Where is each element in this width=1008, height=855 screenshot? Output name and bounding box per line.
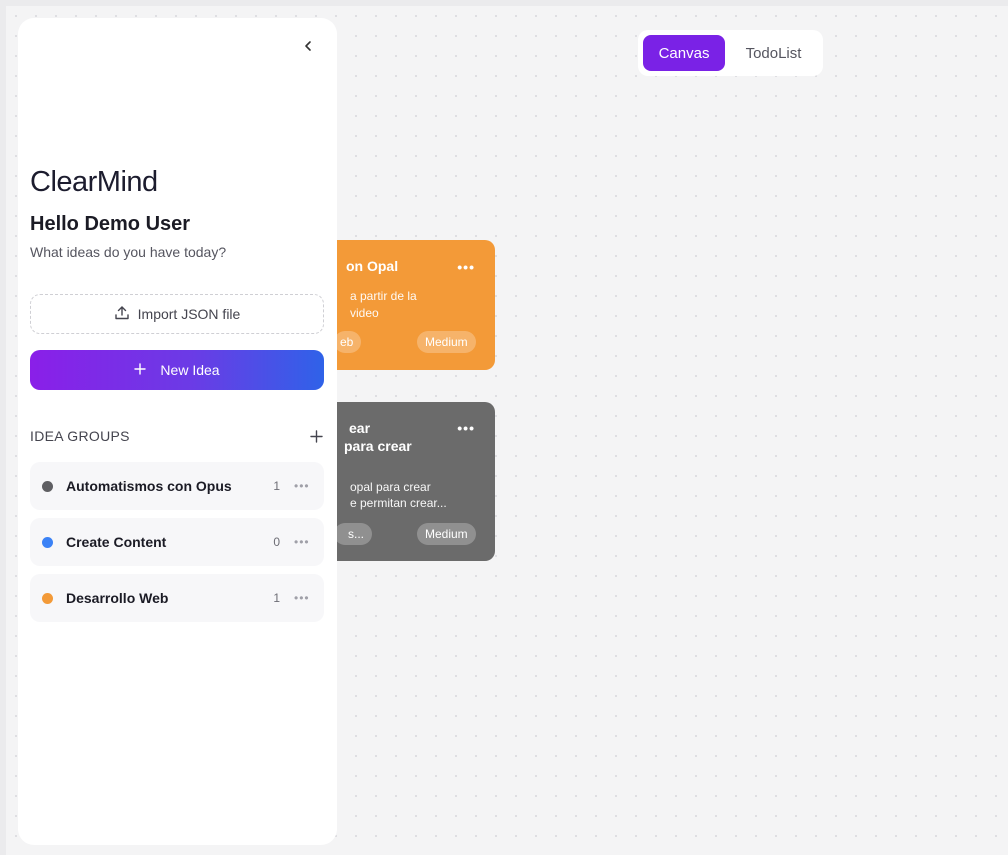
group-count: 1 [273, 479, 280, 493]
app-logo: ClearMind [30, 166, 158, 198]
group-item-create-content[interactable]: Create Content 0 ••• [30, 518, 324, 566]
more-horizontal-icon[interactable]: ••• [294, 591, 312, 605]
plus-icon [134, 362, 147, 378]
group-color-dot [42, 592, 53, 604]
group-name: Automatismos con Opus [66, 478, 232, 494]
card-more-icon[interactable]: ••• [457, 420, 475, 436]
card-description-line: video [350, 306, 379, 320]
card-more-icon[interactable]: ••• [457, 259, 475, 275]
card-title-line: para crear [344, 438, 412, 454]
tab-canvas[interactable]: Canvas [643, 35, 725, 71]
idea-card[interactable]: ear para crear ••• opal para crear e per… [320, 402, 495, 561]
add-group-plus-icon[interactable] [308, 428, 324, 444]
card-title-line: ear [349, 420, 371, 436]
group-count: 1 [273, 591, 280, 605]
group-item-desarrollo-web[interactable]: Desarrollo Web 1 ••• [30, 574, 324, 622]
new-idea-button[interactable]: New Idea [30, 350, 324, 390]
idea-group-list: Automatismos con Opus 1 ••• Create Conte… [30, 462, 324, 630]
more-horizontal-icon[interactable]: ••• [294, 479, 312, 493]
card-description-line: opal para crear [350, 480, 431, 494]
sidebar: ClearMind Hello Demo User What ideas do … [18, 18, 337, 845]
card-group-tag: eb [334, 331, 362, 353]
tab-todolist[interactable]: TodoList [729, 35, 818, 71]
new-idea-label: New Idea [160, 362, 220, 378]
import-json-button[interactable]: Import JSON file [30, 294, 324, 334]
view-toggle: Canvas TodoList [638, 30, 823, 76]
group-name: Desarrollo Web [66, 590, 169, 606]
chevron-left-icon[interactable] [298, 36, 318, 56]
card-description-line: e permitan crear... [350, 496, 447, 510]
greeting-subtitle: What ideas do you have today? [30, 244, 227, 260]
greeting-title: Hello Demo User [30, 213, 191, 235]
import-json-label: Import JSON file [137, 306, 241, 322]
idea-card[interactable]: on Opal ••• a partir de la video eb Medi… [320, 240, 495, 370]
card-description-line: a partir de la [350, 289, 417, 303]
card-priority-badge: Medium [417, 523, 476, 545]
group-color-dot [42, 536, 53, 548]
card-title: on Opal [346, 258, 399, 274]
group-name: Create Content [66, 534, 167, 550]
card-priority-badge: Medium [417, 331, 476, 353]
group-color-dot [42, 480, 53, 492]
idea-groups-header: IDEA GROUPS [30, 426, 324, 446]
group-count: 0 [273, 535, 280, 549]
more-horizontal-icon[interactable]: ••• [294, 535, 312, 549]
card-group-tag: s... [334, 523, 373, 545]
idea-groups-title: IDEA GROUPS [30, 428, 130, 444]
group-item-automatismos[interactable]: Automatismos con Opus 1 ••• [30, 462, 324, 510]
upload-icon [114, 305, 130, 324]
